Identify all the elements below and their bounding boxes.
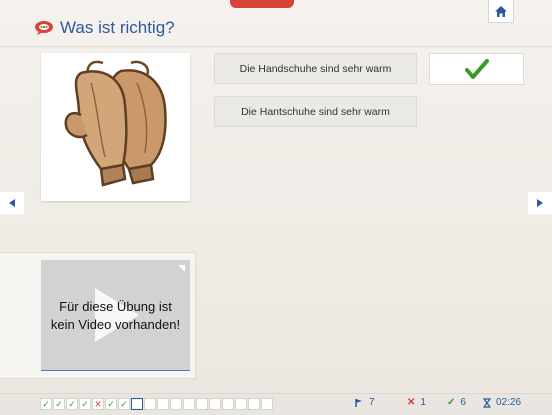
- progress-cell-6[interactable]: ✓: [105, 398, 117, 410]
- flag-stat: 7: [354, 397, 375, 408]
- progress-cell-4[interactable]: ✓: [79, 398, 91, 410]
- progress-cell-18[interactable]: [261, 398, 273, 410]
- no-video-message: Für diese Übung ist kein Video vorhanden…: [41, 298, 190, 334]
- correct-count: 6: [460, 397, 466, 408]
- progress-cell-8[interactable]: [131, 398, 143, 410]
- home-icon: [495, 5, 507, 17]
- progress-cell-9[interactable]: [144, 398, 156, 410]
- progress-cell-2[interactable]: ✓: [53, 398, 65, 410]
- title-divider: [0, 46, 552, 47]
- progress-cell-13[interactable]: [196, 398, 208, 410]
- answer-option-1[interactable]: Die Handschuhe sind sehr warm: [214, 53, 417, 84]
- expand-icon[interactable]: [177, 264, 186, 273]
- wrong-stat: ✕ 1: [407, 397, 426, 408]
- speech-bubble-icon: [35, 21, 53, 35]
- progress-cell-1[interactable]: ✓: [40, 398, 52, 410]
- home-button[interactable]: [488, 0, 514, 23]
- timer-stat: 02:26: [483, 397, 521, 408]
- progress-cell-7[interactable]: ✓: [118, 398, 130, 410]
- next-button[interactable]: [528, 192, 552, 214]
- progress-cell-11[interactable]: [170, 398, 182, 410]
- gloves-illustration: [64, 60, 167, 187]
- timer-value: 02:26: [496, 397, 522, 408]
- hourglass-icon: [483, 397, 491, 408]
- answer-option-2[interactable]: Die Hantschuhe sind sehr warm: [214, 96, 417, 127]
- correct-stat: ✓ 6: [447, 397, 466, 408]
- status-bar: ✓ ✓ ✓ ✓ ✕ ✓ ✓ 7 ✕ 1 ✓ 6 02:26: [0, 393, 552, 415]
- previous-button[interactable]: [0, 192, 24, 214]
- wrong-count: 1: [420, 397, 426, 408]
- progress-cell-16[interactable]: [235, 398, 247, 410]
- progress-cell-12[interactable]: [183, 398, 195, 410]
- no-video-message-line2: kein Video vorhanden!: [50, 317, 181, 332]
- top-tab-marker: [230, 0, 294, 8]
- video-player[interactable]: Für diese Übung ist kein Video vorhanden…: [41, 260, 190, 371]
- progress-cell-14[interactable]: [209, 398, 221, 410]
- page-title: Was ist richtig?: [60, 18, 175, 37]
- check-icon: ✓: [447, 397, 456, 408]
- cross-icon: ✕: [407, 397, 416, 408]
- progress-cell-10[interactable]: [157, 398, 169, 410]
- progress-cell-5[interactable]: ✕: [92, 398, 104, 410]
- result-indicator: [429, 53, 524, 85]
- exercise-image: [41, 53, 190, 201]
- progress-cell-17[interactable]: [248, 398, 260, 410]
- checkmark-icon: [464, 59, 489, 79]
- progress-cell-3[interactable]: ✓: [66, 398, 78, 410]
- title-row: Was ist richtig?: [34, 16, 175, 40]
- arrow-right-icon: [537, 199, 543, 207]
- no-video-message-line1: Für diese Übung ist: [59, 299, 172, 314]
- flag-icon: [355, 398, 362, 407]
- progress-cell-15[interactable]: [222, 398, 234, 410]
- flag-count: 7: [369, 397, 375, 408]
- progress-cells: ✓ ✓ ✓ ✓ ✕ ✓ ✓: [40, 398, 273, 410]
- arrow-left-icon: [9, 199, 15, 207]
